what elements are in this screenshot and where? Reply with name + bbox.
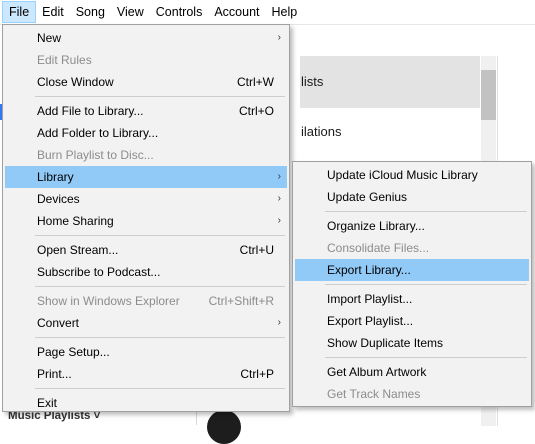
menu-separator	[325, 211, 527, 212]
menu-item-subscribe-podcast[interactable]: Subscribe to Podcast...	[5, 261, 287, 283]
menu-separator	[325, 284, 527, 285]
shortcut-label: Ctrl+W	[237, 75, 274, 89]
chevron-right-icon: ›	[277, 193, 281, 204]
menu-controls[interactable]: Controls	[150, 1, 209, 23]
menu-item-new[interactable]: New ›	[5, 27, 287, 49]
menu-item-devices[interactable]: Devices ›	[5, 188, 287, 210]
menu-item-page-setup[interactable]: Page Setup...	[5, 341, 287, 363]
file-menu: New › Edit Rules Close Window Ctrl+W Add…	[2, 24, 290, 412]
menu-item-consolidate-files: Consolidate Files...	[327, 241, 430, 255]
menu-item-import-playlist[interactable]: Import Playlist...	[295, 288, 529, 310]
menu-separator	[35, 286, 285, 287]
menu-separator	[35, 96, 285, 97]
menu-item-organize-library[interactable]: Organize Library...	[295, 215, 529, 237]
menu-item-home-sharing[interactable]: Home Sharing ›	[5, 210, 287, 232]
menu-item-show-in-explorer: Show in Windows Explorer Ctrl+Shift+R	[5, 290, 287, 312]
shortcut-label: Ctrl+O	[238, 104, 274, 118]
menu-item-show-duplicates[interactable]: Show Duplicate Items	[295, 332, 529, 354]
menu-separator	[325, 357, 527, 358]
menu-separator	[35, 235, 285, 236]
menu-item-add-folder[interactable]: Add Folder to Library...	[5, 122, 287, 144]
menu-song[interactable]: Song	[70, 1, 111, 23]
chevron-right-icon: ›	[277, 171, 281, 182]
menu-item-update-genius[interactable]: Update Genius	[295, 186, 529, 208]
menu-edit[interactable]: Edit	[36, 1, 70, 23]
menu-item-update-icloud[interactable]: Update iCloud Music Library	[295, 164, 529, 186]
sidebar-selected-row[interactable]	[300, 56, 480, 108]
menu-item-burn-playlist: Burn Playlist to Disc...	[37, 148, 154, 162]
chevron-right-icon: ›	[277, 32, 281, 43]
album-artwork-thumbnail[interactable]	[207, 410, 241, 444]
menu-item-get-album-artwork[interactable]: Get Album Artwork	[295, 361, 529, 383]
menu-item-export-library[interactable]: Export Library...	[295, 259, 529, 281]
menu-item-convert[interactable]: Convert ›	[5, 312, 287, 334]
shortcut-label: Ctrl+Shift+R	[208, 294, 274, 308]
menu-item-edit-rules: Edit Rules	[37, 53, 92, 67]
scrollbar-thumb[interactable]	[481, 70, 496, 120]
menu-separator	[35, 388, 285, 389]
menu-item-library[interactable]: Library ›	[5, 166, 287, 188]
menu-help[interactable]: Help	[266, 1, 304, 23]
menu-item-get-track-names: Get Track Names	[327, 387, 421, 401]
shortcut-label: Ctrl+P	[240, 367, 274, 381]
menu-item-open-stream[interactable]: Open Stream... Ctrl+U	[5, 239, 287, 261]
menu-separator	[35, 337, 285, 338]
menu-view[interactable]: View	[111, 1, 150, 23]
sidebar-item-label[interactable]: ilations	[301, 124, 341, 139]
library-submenu: Update iCloud Music Library Update Geniu…	[292, 161, 532, 407]
menu-item-exit[interactable]: Exit	[5, 392, 287, 414]
menu-account[interactable]: Account	[208, 1, 265, 23]
menu-item-export-playlist[interactable]: Export Playlist...	[295, 310, 529, 332]
menu-item-add-file[interactable]: Add File to Library... Ctrl+O	[5, 100, 287, 122]
menu-item-close-window[interactable]: Close Window Ctrl+W	[5, 71, 287, 93]
menu-bar: File Edit Song View Controls Account Hel…	[0, 0, 535, 25]
menu-item-print[interactable]: Print... Ctrl+P	[5, 363, 287, 385]
shortcut-label: Ctrl+U	[239, 243, 274, 257]
chevron-right-icon: ›	[277, 317, 281, 328]
menu-file[interactable]: File	[2, 1, 37, 23]
chevron-right-icon: ›	[277, 215, 281, 226]
sidebar-item-label[interactable]: lists	[301, 74, 323, 89]
